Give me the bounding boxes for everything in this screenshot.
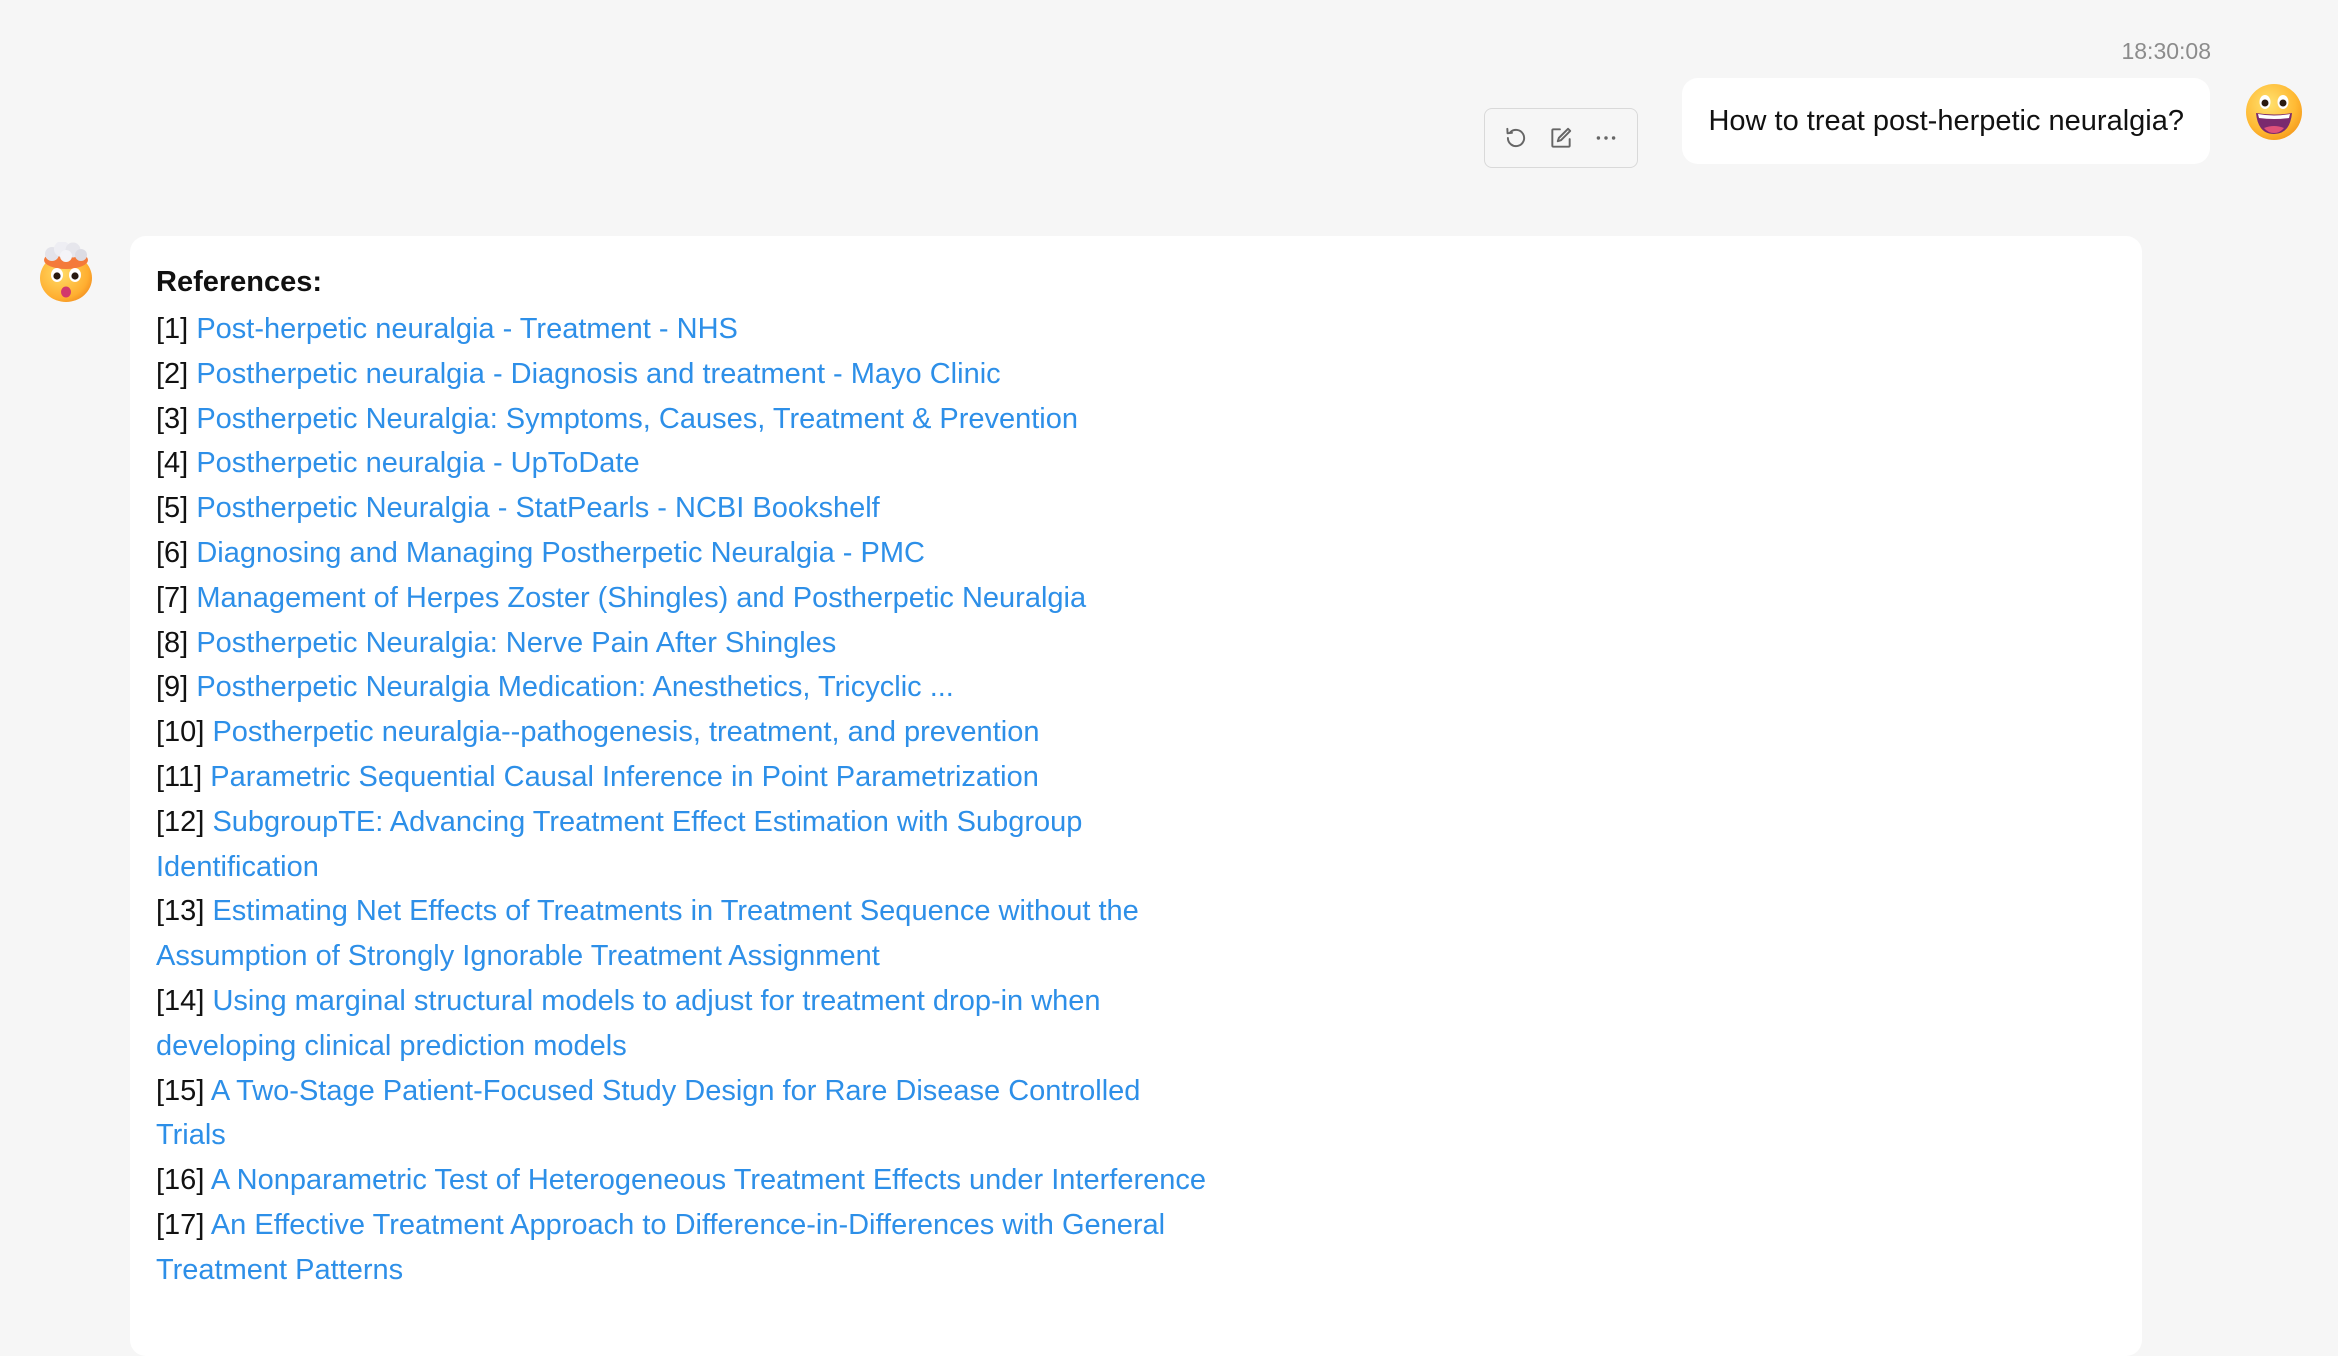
reference-number: [11]	[156, 760, 203, 793]
reference-link[interactable]: Postherpetic Neuralgia: Symptoms, Causes…	[196, 403, 1078, 435]
reference-item: [5] Postherpetic Neuralgia - StatPearls …	[156, 486, 1216, 531]
assistant-answer-card: References: [1] Post-herpetic neuralgia …	[130, 236, 2142, 1356]
reference-item: [2] Postherpetic neuralgia - Diagnosis a…	[156, 352, 1216, 397]
reference-item: [12] SubgroupTE: Advancing Treatment Eff…	[156, 800, 1216, 890]
edit-icon[interactable]	[1543, 120, 1579, 156]
reference-item: [10] Postherpetic neuralgia--pathogenesi…	[156, 710, 1216, 755]
reference-number: [16]	[156, 1164, 205, 1197]
reference-number: [4]	[156, 447, 189, 480]
reference-link[interactable]: A Two-Stage Patient-Focused Study Design…	[156, 1075, 1140, 1152]
reference-number: [17]	[156, 1208, 205, 1241]
reference-item: [17] An Effective Treatment Approach to …	[156, 1203, 1216, 1293]
reference-link[interactable]: Post-herpetic neuralgia - Treatment - NH…	[196, 313, 738, 345]
reference-item: [8] Postherpetic Neuralgia: Nerve Pain A…	[156, 621, 1216, 666]
assistant-avatar	[36, 241, 96, 304]
reference-link[interactable]: SubgroupTE: Advancing Treatment Effect E…	[156, 806, 1082, 883]
reference-item: [1] Post-herpetic neuralgia - Treatment …	[156, 307, 1216, 352]
reference-item: [13] Estimating Net Effects of Treatment…	[156, 889, 1216, 979]
action-toolbar	[1484, 108, 1638, 168]
reference-link[interactable]: Postherpetic neuralgia - UpToDate	[196, 447, 639, 479]
reference-item: [6] Diagnosing and Managing Postherpetic…	[156, 531, 1216, 576]
reference-link[interactable]: Management of Herpes Zoster (Shingles) a…	[196, 582, 1086, 614]
user-message-bubble: How to treat post-herpetic neuralgia?	[1682, 78, 2210, 164]
reference-link[interactable]: Postherpetic Neuralgia: Nerve Pain After…	[196, 627, 836, 659]
reference-number: [5]	[156, 492, 189, 525]
exploding-head-icon	[40, 241, 92, 302]
reference-link[interactable]: Using marginal structural models to adju…	[156, 985, 1101, 1062]
reference-item: [3] Postherpetic Neuralgia: Symptoms, Ca…	[156, 397, 1216, 442]
reference-item: [4] Postherpetic neuralgia - UpToDate	[156, 441, 1216, 486]
grinning-face-icon	[2246, 84, 2302, 140]
reference-item: [16] A Nonparametric Test of Heterogeneo…	[156, 1158, 1216, 1203]
timestamp: 18:30:08	[2121, 38, 2211, 64]
references-heading: References:	[156, 266, 323, 298]
reference-number: [7]	[156, 581, 189, 614]
user-message-text: How to treat post-herpetic neuralgia?	[1708, 105, 2184, 137]
reference-number: [12]	[156, 805, 205, 838]
reference-number: [13]	[156, 895, 205, 928]
reference-number: [1]	[156, 313, 189, 345]
reference-link[interactable]: Diagnosing and Managing Postherpetic Neu…	[196, 537, 925, 569]
reference-item: [15] A Two-Stage Patient-Focused Study D…	[156, 1069, 1216, 1159]
reference-item: [9] Postherpetic Neuralgia Medication: A…	[156, 665, 1216, 710]
reference-link[interactable]: Postherpetic Neuralgia Medication: Anest…	[196, 671, 954, 703]
reference-number: [10]	[156, 716, 205, 749]
reference-item: [7] Management of Herpes Zoster (Shingle…	[156, 576, 1216, 621]
more-icon[interactable]	[1588, 120, 1624, 156]
reference-link[interactable]: Postherpetic neuralgia--pathogenesis, tr…	[212, 716, 1039, 748]
reference-link[interactable]: An Effective Treatment Approach to Diffe…	[156, 1209, 1165, 1286]
reference-link[interactable]: Postherpetic neuralgia - Diagnosis and t…	[196, 358, 1000, 390]
reference-number: [6]	[156, 536, 189, 569]
reference-link[interactable]: A Nonparametric Test of Heterogeneous Tr…	[211, 1164, 1206, 1196]
reference-link[interactable]: Postherpetic Neuralgia - StatPearls - NC…	[196, 492, 879, 524]
reference-link[interactable]: Parametric Sequential Causal Inference i…	[210, 761, 1039, 793]
user-avatar	[2244, 82, 2304, 142]
reference-item: [11] Parametric Sequential Causal Infere…	[156, 755, 1216, 800]
reference-link[interactable]: Estimating Net Effects of Treatments in …	[156, 895, 1139, 972]
reference-item: [14] Using marginal structural models to…	[156, 979, 1216, 1069]
references-list: [1] Post-herpetic neuralgia - Treatment …	[156, 307, 1216, 1293]
reference-number: [15]	[156, 1074, 205, 1107]
reference-number: [2]	[156, 357, 189, 390]
reference-number: [8]	[156, 626, 189, 659]
reference-number: [9]	[156, 671, 189, 704]
reference-number: [14]	[156, 984, 205, 1017]
refresh-icon[interactable]	[1498, 120, 1534, 156]
reference-number: [3]	[156, 402, 189, 435]
